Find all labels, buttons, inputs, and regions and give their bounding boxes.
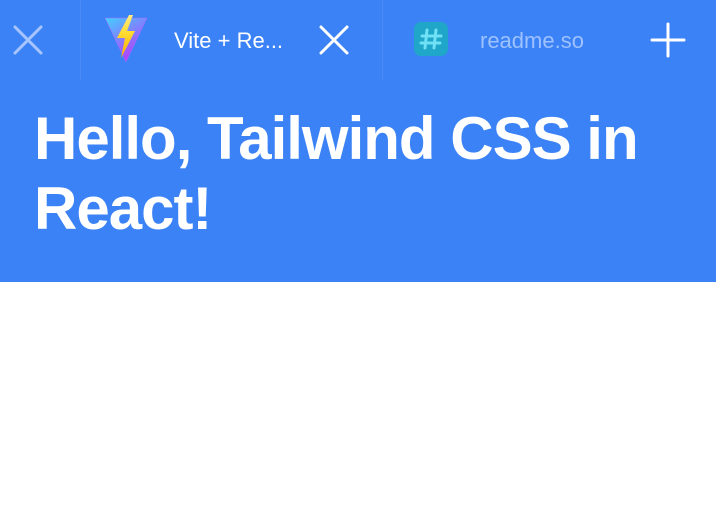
page-heading: Hello, Tailwind CSS in React! [34,105,639,242]
tab-vite-react[interactable]: Vite + Re... [82,0,382,80]
new-tab-plus-icon[interactable] [646,18,690,62]
close-tab-icon[interactable] [314,20,354,60]
tab-divider [80,0,81,80]
vite-logo-icon [102,14,150,64]
tab-divider [382,0,383,80]
close-tab-icon[interactable] [8,20,48,60]
tab-title: readme.so [480,28,584,53]
tab-title: Vite + Re... [174,28,284,53]
hash-icon [414,22,448,56]
tab-readme-so[interactable]: readme.so [384,0,624,80]
browser-tab-strip: Vite + Re... readme.so [0,0,716,80]
